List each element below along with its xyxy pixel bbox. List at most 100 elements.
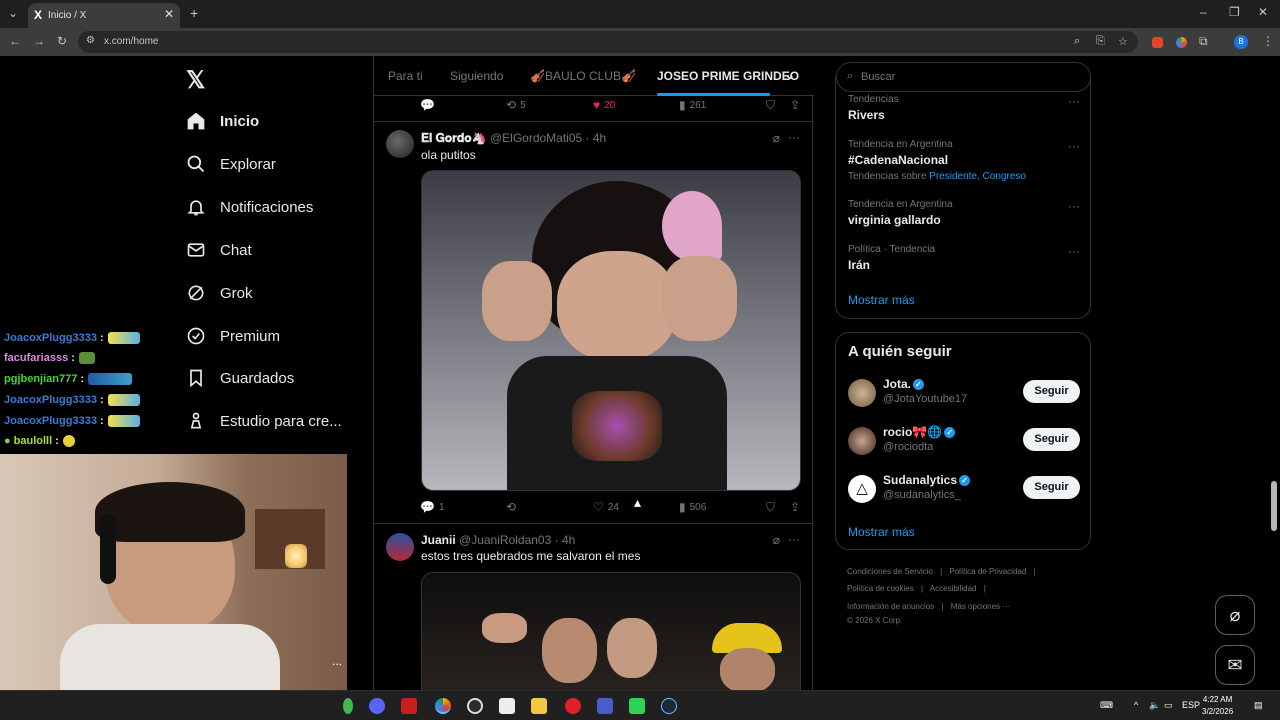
- avatar[interactable]: [848, 379, 876, 407]
- like-button[interactable]: ♡ 24: [593, 500, 619, 514]
- tab-para-ti[interactable]: Para ti: [388, 69, 423, 83]
- share-button[interactable]: ⇪: [790, 500, 804, 514]
- avatar[interactable]: [848, 427, 876, 455]
- trend-item[interactable]: Tendencia en Argentina virginia gallardo…: [848, 199, 1080, 227]
- footer-link[interactable]: Accesibilidad: [930, 584, 977, 593]
- tab-search-icon[interactable]: ⌄: [8, 6, 18, 20]
- footer-link[interactable]: Política de Privacidad: [949, 567, 1026, 576]
- page-scrollbar[interactable]: [1271, 481, 1277, 531]
- more-icon[interactable]: ···: [788, 130, 800, 144]
- nav-premium[interactable]: Premium: [186, 321, 280, 351]
- follow-button[interactable]: Seguir: [1023, 428, 1080, 451]
- grok-icon[interactable]: ⌀: [773, 533, 780, 547]
- follow-button[interactable]: Seguir: [1023, 380, 1080, 403]
- footer-link[interactable]: Información de anuncios: [847, 602, 934, 611]
- trend-item[interactable]: Tendencia en Argentina #CadenaNacional T…: [848, 139, 1080, 182]
- url-bar[interactable]: ⚙ x.com/home ⌕ ⎘ ☆: [78, 31, 1138, 53]
- taskbar-file-explorer-icon[interactable]: [531, 698, 547, 714]
- avatar[interactable]: [386, 130, 414, 158]
- grok-fab-button[interactable]: ⌀: [1215, 595, 1255, 635]
- volume-icon[interactable]: 🔈: [1149, 700, 1160, 711]
- nav-bookmarks[interactable]: Guardados: [186, 363, 294, 393]
- nav-home[interactable]: Inicio: [186, 106, 259, 136]
- tab-baulo-club[interactable]: 🎻BAULO CLUB🎻: [530, 69, 636, 83]
- nav-grok[interactable]: Grok: [186, 278, 253, 308]
- minimize-icon[interactable]: –: [1200, 5, 1207, 19]
- close-tab-icon[interactable]: ✕: [164, 7, 174, 21]
- tweet-video[interactable]: [421, 170, 801, 491]
- restore-icon[interactable]: ❐: [1229, 5, 1240, 19]
- tweet-author[interactable]: 𝐄𝐥 𝐆𝐨𝐫𝐝𝐨🦄 @ElGordoMati05 · 4h: [421, 131, 606, 146]
- trend-related-link[interactable]: Congreso: [983, 171, 1026, 182]
- avatar[interactable]: [386, 533, 414, 561]
- new-tab-icon[interactable]: +: [190, 5, 198, 21]
- grok-icon[interactable]: ⌀: [773, 131, 780, 145]
- close-window-icon[interactable]: ✕: [1258, 5, 1268, 19]
- footer-link[interactable]: Política de cookies: [847, 584, 914, 593]
- reload-icon[interactable]: ↻: [57, 34, 67, 48]
- reply-button[interactable]: 💬: [420, 98, 439, 112]
- suggestion-name[interactable]: Sudanalytics ✓: [883, 473, 971, 487]
- back-icon[interactable]: ←: [9, 34, 21, 48]
- follow-button[interactable]: Seguir: [1023, 476, 1080, 499]
- language-indicator[interactable]: ESP: [1182, 700, 1200, 710]
- site-info-icon[interactable]: ⚙: [86, 35, 95, 46]
- trends-show-more-link[interactable]: Mostrar más: [848, 293, 915, 307]
- sudanalytics-logo-icon[interactable]: △: [848, 475, 876, 503]
- notifications-icon[interactable]: ▤: [1254, 700, 1263, 711]
- taskbar-obs-icon[interactable]: [467, 698, 483, 714]
- suggestion-name[interactable]: rocio🎀🌐 ✓: [883, 425, 956, 439]
- extension-red-icon[interactable]: [1152, 37, 1163, 48]
- suggestion-name[interactable]: Jota. ✓: [883, 377, 925, 391]
- reply-button[interactable]: 💬 1: [420, 500, 445, 514]
- nav-creator-studio[interactable]: Estudio para cre...: [186, 406, 342, 436]
- forward-icon[interactable]: →: [33, 34, 45, 48]
- chrome-menu-icon[interactable]: ⋮: [1262, 34, 1274, 48]
- trend-item[interactable]: Política · Tendencia Irán ···: [848, 244, 1080, 272]
- network-icon[interactable]: ▭: [1164, 700, 1173, 711]
- views-button[interactable]: ▮ 261: [679, 98, 706, 112]
- tab-siguiendo[interactable]: Siguiendo: [450, 69, 503, 83]
- more-icon[interactable]: ···: [1068, 139, 1080, 153]
- taskbar-kick-icon[interactable]: [629, 698, 645, 714]
- who-show-more-link[interactable]: Mostrar más: [848, 525, 915, 539]
- taskbar-discord-icon[interactable]: [369, 698, 385, 714]
- like-button[interactable]: ♥ 20: [593, 98, 615, 112]
- trend-item[interactable]: Tendencias Rivers ···: [848, 94, 1080, 122]
- more-icon[interactable]: ···: [1068, 94, 1080, 108]
- taskbar-opera-icon[interactable]: [565, 698, 581, 714]
- more-icon[interactable]: ···: [1068, 199, 1080, 213]
- nav-notifications[interactable]: Notificaciones: [186, 192, 313, 222]
- messages-fab-button[interactable]: ✉: [1215, 645, 1255, 685]
- footer-more-options[interactable]: Más opciones ···: [951, 602, 1011, 611]
- profile-avatar[interactable]: B: [1234, 35, 1248, 49]
- taskbar-steam-icon[interactable]: [661, 698, 677, 714]
- nav-explore[interactable]: Explorar: [186, 149, 276, 179]
- more-icon[interactable]: ···: [1068, 244, 1080, 258]
- keyboard-icon[interactable]: ⌨: [1100, 700, 1113, 711]
- extension-color-icon[interactable]: [1176, 37, 1187, 48]
- bookmark-button[interactable]: ⛉: [766, 500, 779, 515]
- nav-chat[interactable]: Chat: [186, 235, 252, 265]
- share-button[interactable]: ⇪: [790, 98, 804, 112]
- views-button[interactable]: ▮ 506: [679, 500, 706, 514]
- taskbar-chrome-icon[interactable]: [435, 698, 451, 714]
- x-logo-icon[interactable]: 𝕏: [186, 66, 205, 95]
- taskbar-capcut-icon[interactable]: [499, 698, 515, 714]
- repost-button[interactable]: ⟲: [506, 500, 520, 514]
- taskbar-spotify-icon[interactable]: [343, 698, 353, 714]
- extensions-puzzle-icon[interactable]: ⧉: [1199, 34, 1208, 49]
- tweet-author[interactable]: Juanii @JuaniRoldan03 · 4h: [421, 533, 575, 547]
- taskbar-clock[interactable]: 4:22 AM 3/2/2026: [1202, 694, 1233, 718]
- suggestion-handle[interactable]: @rociodta: [883, 441, 933, 453]
- bookmark-star-icon[interactable]: ☆: [1118, 35, 1128, 48]
- tray-expand-icon[interactable]: ^: [1134, 700, 1138, 710]
- tab-joseo-prime-grindeo[interactable]: JOSEO PRIME GRINDEO: [657, 69, 799, 83]
- repost-button[interactable]: ⟲ 5: [506, 98, 526, 112]
- more-icon[interactable]: ···: [788, 532, 800, 546]
- chevron-down-icon[interactable]: ⌄: [785, 68, 795, 82]
- taskbar-app2-icon[interactable]: [597, 698, 613, 714]
- suggestion-handle[interactable]: @sudanalytics_: [883, 489, 961, 501]
- trend-related-link[interactable]: Presidente: [929, 171, 977, 182]
- zoom-icon[interactable]: ⌕: [1074, 35, 1080, 48]
